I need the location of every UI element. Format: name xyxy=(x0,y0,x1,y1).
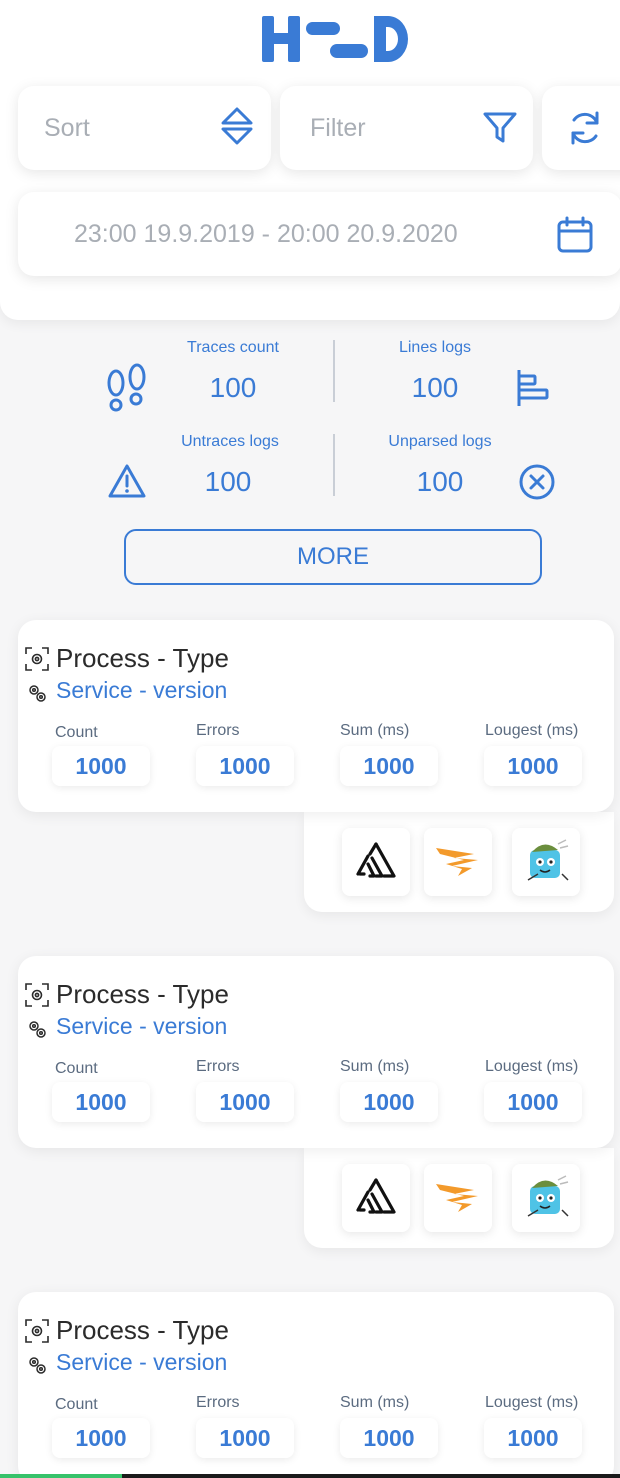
metric-value: 1000 xyxy=(52,746,150,786)
stats-divider xyxy=(333,434,335,496)
more-button[interactable]: MORE xyxy=(124,529,542,585)
filter-placeholder: Filter xyxy=(310,113,366,142)
metric-label: Errors xyxy=(196,1394,240,1411)
process-card[interactable]: Process - Type Service - version Count 1000… xyxy=(18,956,614,1148)
sentry-button[interactable] xyxy=(342,828,410,896)
sort-placeholder: Sort xyxy=(44,113,90,142)
metric-label: Errors xyxy=(196,722,240,739)
date-range-picker[interactable]: 23:00 19.9.2019 - 20:00 20.9.2020 xyxy=(18,192,620,276)
sentry-icon xyxy=(354,1174,398,1223)
mascot-button[interactable] xyxy=(512,1164,580,1232)
metric-value: 1000 xyxy=(484,1082,582,1122)
header-panel: Sort Filter 23:00 19.9.2019 - 20:00 20.9… xyxy=(0,0,620,320)
metric-value: 1000 xyxy=(52,1418,150,1458)
metric-value: 1000 xyxy=(484,746,582,786)
mascot-icon xyxy=(522,1172,570,1225)
metric-value: 1000 xyxy=(52,1082,150,1122)
traces-count-label: Traces count xyxy=(187,339,279,356)
unparsed-logs-value: 100 xyxy=(416,466,464,497)
close-circle-icon xyxy=(519,464,555,500)
lines-logs-label: Lines logs xyxy=(398,339,472,356)
metric-label: Count xyxy=(55,1396,98,1413)
warning-triangle-icon xyxy=(108,464,146,498)
service-version-link[interactable]: Service - version xyxy=(56,677,227,704)
calendar-icon xyxy=(557,216,593,253)
sentry-icon xyxy=(354,838,398,887)
process-type-title: Process - Type xyxy=(56,1315,229,1345)
process-type-title: Process - Type xyxy=(56,979,229,1009)
stats-divider xyxy=(333,340,335,402)
untraces-logs-value: 100 xyxy=(204,466,252,497)
date-range-text: 23:00 19.9.2019 - 20:00 20.9.2020 xyxy=(74,219,458,248)
unparsed-logs-label: Unparsed logs xyxy=(388,433,492,450)
mascot-icon xyxy=(522,836,570,889)
refresh-button[interactable] xyxy=(542,86,620,170)
solarwinds-button[interactable] xyxy=(424,828,492,896)
refresh-icon xyxy=(571,111,599,145)
metric-value: 1000 xyxy=(340,746,438,786)
metric-value: 1000 xyxy=(340,1418,438,1458)
solarwinds-button[interactable] xyxy=(424,1164,492,1232)
process-icon xyxy=(24,1318,50,1344)
process-card[interactable]: Process - Type Service - version Count 1000… xyxy=(18,620,614,812)
metric-label: Count xyxy=(55,724,98,741)
process-icon xyxy=(24,982,50,1008)
lines-logs-value: 100 xyxy=(411,372,459,403)
untraces-logs-label: Untraces logs xyxy=(181,433,279,450)
service-version-link[interactable]: Service - version xyxy=(56,1349,227,1376)
traces-count-value: 100 xyxy=(209,372,257,403)
bottom-progress-bar xyxy=(0,1474,620,1478)
metric-label: Lougest (ms) xyxy=(485,722,579,739)
metric-label: Lougest (ms) xyxy=(485,1394,579,1411)
service-gears-icon xyxy=(26,682,48,704)
mascot-button[interactable] xyxy=(512,828,580,896)
sort-arrows-icon xyxy=(221,107,253,145)
metric-value: 1000 xyxy=(196,1082,294,1122)
metric-label: Sum (ms) xyxy=(340,1394,410,1411)
metric-label: Sum (ms) xyxy=(340,1058,410,1075)
metric-value: 1000 xyxy=(196,1418,294,1458)
integrations-tray xyxy=(304,812,614,912)
footprints-icon xyxy=(107,363,146,412)
service-version-link[interactable]: Service - version xyxy=(56,1013,227,1040)
process-icon xyxy=(24,646,50,672)
service-gears-icon xyxy=(26,1354,48,1376)
align-left-bars-icon xyxy=(517,370,549,406)
bottom-progress-fill xyxy=(0,1474,122,1478)
integrations-tray xyxy=(304,1148,614,1248)
solarwinds-icon xyxy=(434,842,482,883)
metric-value: 1000 xyxy=(484,1418,582,1458)
hod-logo xyxy=(262,16,408,62)
process-card[interactable]: Process - Type Service - version Count 1000… xyxy=(18,1292,614,1478)
filter-select[interactable]: Filter xyxy=(280,86,533,170)
sentry-button[interactable] xyxy=(342,1164,410,1232)
metric-label: Count xyxy=(55,1060,98,1077)
metric-value: 1000 xyxy=(196,746,294,786)
metric-label: Sum (ms) xyxy=(340,722,410,739)
sort-select[interactable]: Sort xyxy=(18,86,271,170)
metric-label: Lougest (ms) xyxy=(485,1058,579,1075)
solarwinds-icon xyxy=(434,1178,482,1219)
service-gears-icon xyxy=(26,1018,48,1040)
process-type-title: Process - Type xyxy=(56,643,229,673)
metric-label: Errors xyxy=(196,1058,240,1075)
filter-funnel-icon xyxy=(483,112,517,143)
metric-value: 1000 xyxy=(340,1082,438,1122)
